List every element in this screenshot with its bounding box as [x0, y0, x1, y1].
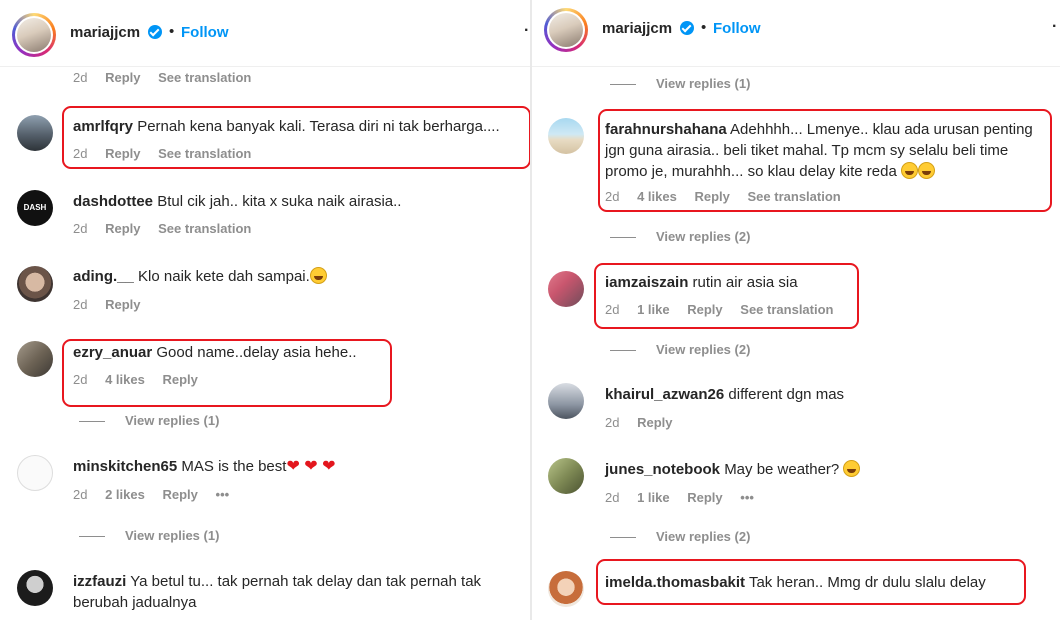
- highlight-box: [62, 339, 392, 407]
- comment-text: Btul cik jah.. kita x suka naik airasia.…: [157, 193, 402, 210]
- avatar[interactable]: [548, 458, 584, 494]
- comment-time: 2d: [605, 490, 620, 505]
- see-translation-button[interactable]: See translation: [158, 221, 251, 236]
- follow-button[interactable]: Follow: [181, 24, 229, 41]
- highlight-box: [594, 263, 859, 329]
- comment-meta: 2d Reply See translation: [73, 221, 265, 236]
- comment-body: ading.__ Klo naik kete dah sampai.: [73, 266, 523, 287]
- author-username[interactable]: mariajjcm: [602, 20, 672, 37]
- comment-meta: 2d Reply: [605, 415, 687, 430]
- avatar[interactable]: [548, 383, 584, 419]
- view-replies-button[interactable]: View replies (2): [610, 342, 750, 357]
- reply-button[interactable]: Reply: [105, 70, 140, 85]
- see-translation-button[interactable]: See translation: [158, 70, 251, 85]
- more-options-icon[interactable]: •••: [216, 487, 230, 502]
- avatar[interactable]: [548, 271, 584, 307]
- heart-emoji-icon: ❤ ❤ ❤: [286, 458, 336, 475]
- avatar[interactable]: [17, 570, 53, 606]
- reply-button[interactable]: Reply: [162, 487, 197, 502]
- comment-text: Ya betul tu... tak pernah tak delay dan …: [73, 573, 482, 611]
- more-options-icon[interactable]: ·: [1052, 18, 1057, 36]
- post-header: mariajjcm • Follow ·: [532, 0, 1060, 67]
- post-header: mariajjcm • Follow ·: [0, 0, 530, 67]
- highlight-box: [62, 106, 530, 169]
- author-avatar[interactable]: [12, 13, 56, 57]
- more-options-icon[interactable]: •••: [740, 490, 754, 505]
- likes-count[interactable]: 2 likes: [105, 487, 145, 502]
- comment-meta: 2d 2 likes Reply •••: [73, 487, 243, 502]
- comment-time: 2d: [73, 297, 88, 312]
- comment-meta: 2d Reply: [73, 297, 155, 312]
- comment-time: 2d: [605, 415, 620, 430]
- highlight-box: [598, 109, 1052, 212]
- reply-button[interactable]: Reply: [687, 490, 722, 505]
- laughing-emoji-icon: [843, 460, 861, 477]
- likes-count[interactable]: 1 like: [637, 490, 670, 505]
- comment-text: Klo naik kete dah sampai.: [138, 268, 310, 285]
- author-avatar[interactable]: [544, 8, 588, 52]
- avatar[interactable]: [17, 341, 53, 377]
- comment-body: khairul_azwan26 different dgn mas: [605, 384, 1045, 405]
- right-comment-panel: mariajjcm • Follow · View replies (1) fa…: [532, 0, 1060, 620]
- view-replies-button[interactable]: View replies (1): [79, 528, 219, 543]
- comment-time: 2d: [73, 487, 88, 502]
- view-replies-button[interactable]: View replies (1): [79, 413, 219, 428]
- comment-username[interactable]: junes_notebook: [605, 461, 720, 478]
- comment-time: 2d: [73, 70, 88, 85]
- avatar[interactable]: [548, 571, 584, 607]
- view-replies-button[interactable]: View replies (2): [610, 529, 750, 544]
- comment-username[interactable]: minskitchen65: [73, 458, 177, 475]
- verified-badge-icon: [148, 25, 162, 39]
- highlight-box: [596, 559, 1026, 605]
- separator-dot: •: [701, 19, 707, 36]
- more-options-icon[interactable]: ·: [524, 22, 529, 40]
- avatar[interactable]: [17, 266, 53, 302]
- separator-dot: •: [169, 23, 175, 40]
- comment-text: different dgn mas: [728, 386, 845, 403]
- comment-body: junes_notebook May be weather?: [605, 459, 1045, 480]
- avatar[interactable]: [548, 118, 584, 154]
- comment-text: May be weather?: [724, 461, 840, 478]
- reply-button[interactable]: Reply: [637, 415, 672, 430]
- author-username[interactable]: mariajjcm: [70, 24, 140, 41]
- comment-username[interactable]: khairul_azwan26: [605, 386, 724, 403]
- comment-time: 2d: [73, 221, 88, 236]
- comment-body: izzfauzi Ya betul tu... tak pernah tak d…: [73, 571, 523, 613]
- reply-button[interactable]: Reply: [105, 221, 140, 236]
- comment-meta: 2d 1 like Reply •••: [605, 490, 768, 505]
- laughing-emoji-icon: [309, 267, 327, 284]
- comment-username[interactable]: ading.__: [73, 268, 134, 285]
- verified-badge-icon: [680, 21, 694, 35]
- view-replies-button[interactable]: View replies (1): [610, 76, 750, 91]
- comment-username[interactable]: dashdottee: [73, 193, 153, 210]
- avatar[interactable]: [17, 455, 53, 491]
- avatar[interactable]: DASH: [17, 190, 53, 226]
- comment-body: minskitchen65 MAS is the best❤ ❤ ❤: [73, 456, 523, 477]
- avatar[interactable]: [17, 115, 53, 151]
- follow-button[interactable]: Follow: [713, 20, 761, 37]
- left-comment-panel: mariajjcm • Follow · 2d Reply See transl…: [0, 0, 530, 620]
- reply-button[interactable]: Reply: [105, 297, 140, 312]
- comment-meta: 2d Reply See translation: [73, 70, 265, 85]
- comment-username[interactable]: izzfauzi: [73, 573, 126, 590]
- comment-body: dashdottee Btul cik jah.. kita x suka na…: [73, 191, 523, 212]
- view-replies-button[interactable]: View replies (2): [610, 229, 750, 244]
- comment-text: MAS is the best: [181, 458, 287, 475]
